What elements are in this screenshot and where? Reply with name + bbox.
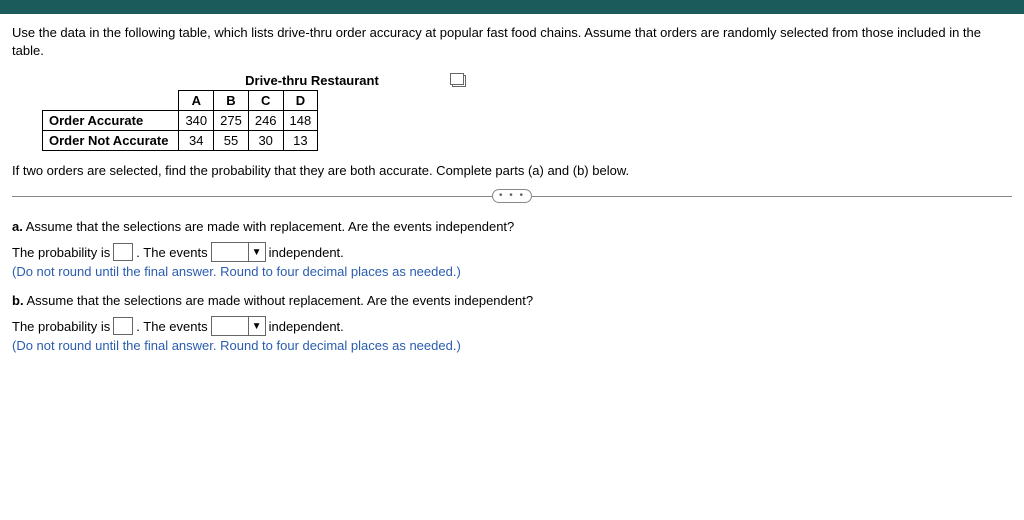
part-b-qtext: Assume that the selections are made with…: [26, 293, 533, 308]
cell: 13: [283, 131, 318, 151]
cell: 34: [179, 131, 214, 151]
probability-input-a[interactable]: [113, 243, 133, 261]
text-after-dropdown: independent.: [269, 319, 344, 334]
part-b-label: b.: [12, 293, 24, 308]
col-B: B: [214, 91, 249, 111]
data-table: A B C D Order Accurate 340 275 246 148 O…: [42, 90, 318, 151]
cell: 55: [214, 131, 249, 151]
chevron-down-icon: ▼: [248, 317, 265, 335]
part-b-answer-line: The probability is . The events ▼ indepe…: [12, 316, 1012, 336]
col-D: D: [283, 91, 318, 111]
col-A: A: [179, 91, 214, 111]
row-label: Order Not Accurate: [43, 131, 179, 151]
table-title: Drive-thru Restaurant: [42, 73, 442, 88]
table-row: Order Not Accurate 34 55 30 13: [43, 131, 318, 151]
cell: 340: [179, 111, 214, 131]
expand-pill[interactable]: • • •: [492, 189, 532, 203]
row-label: Order Accurate: [43, 111, 179, 131]
cell: 275: [214, 111, 249, 131]
part-b-note: (Do not round until the final answer. Ro…: [12, 338, 1012, 353]
part-a-note: (Do not round until the final answer. Ro…: [12, 264, 1012, 279]
probability-input-b[interactable]: [113, 317, 133, 335]
part-b: b. Assume that the selections are made w…: [12, 293, 1012, 353]
table-row: Order Accurate 340 275 246 148: [43, 111, 318, 131]
data-table-wrap: Drive-thru Restaurant A B C D Order Accu…: [42, 73, 1012, 151]
question-content: Use the data in the following table, whi…: [0, 14, 1024, 377]
text-after-box: . The events: [136, 245, 207, 260]
intro-text: Use the data in the following table, whi…: [12, 24, 1012, 59]
text-before-box: The probability is: [12, 319, 110, 334]
part-a-answer-line: The probability is . The events ▼ indepe…: [12, 242, 1012, 262]
chevron-down-icon: ▼: [248, 243, 265, 261]
independence-dropdown-a[interactable]: ▼: [211, 242, 266, 262]
part-a: a. Assume that the selections are made w…: [12, 219, 1012, 279]
part-b-question: b. Assume that the selections are made w…: [12, 293, 1012, 308]
cell: 148: [283, 111, 318, 131]
table-header-row: A B C D: [43, 91, 318, 111]
col-C: C: [248, 91, 283, 111]
copy-icon[interactable]: [452, 75, 466, 87]
part-a-qtext: Assume that the selections are made with…: [26, 219, 515, 234]
text-before-box: The probability is: [12, 245, 110, 260]
part-a-question: a. Assume that the selections are made w…: [12, 219, 1012, 234]
part-a-label: a.: [12, 219, 23, 234]
text-after-dropdown: independent.: [269, 245, 344, 260]
text-after-box: . The events: [136, 319, 207, 334]
instruction-text: If two orders are selected, find the pro…: [12, 163, 1012, 178]
cell: 246: [248, 111, 283, 131]
section-divider: • • •: [12, 196, 1012, 197]
independence-dropdown-b[interactable]: ▼: [211, 316, 266, 336]
cell: 30: [248, 131, 283, 151]
window-top-bar: [0, 0, 1024, 14]
